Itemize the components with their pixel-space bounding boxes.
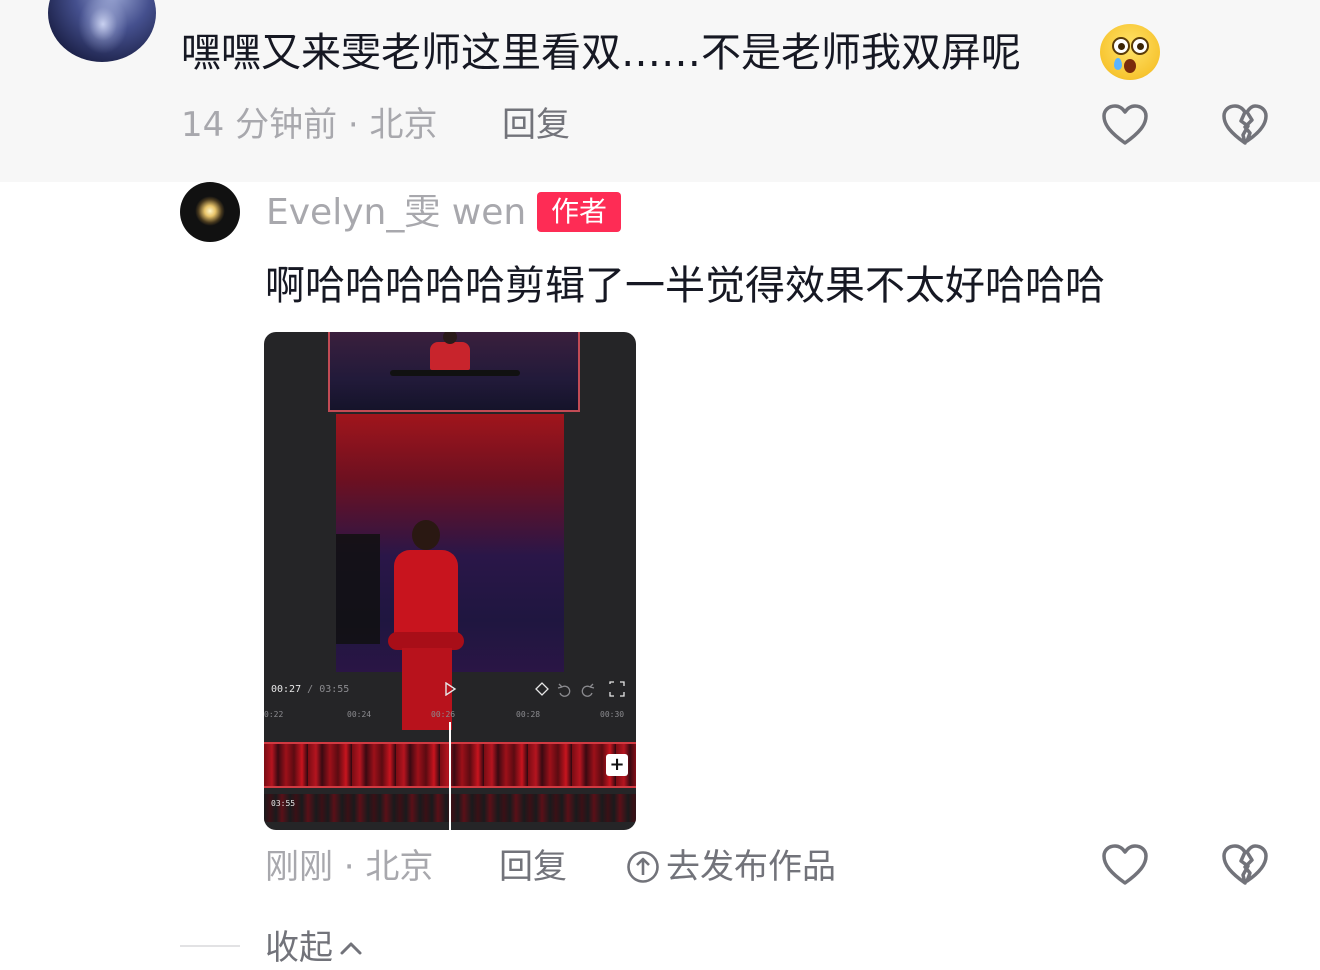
comment-thread: 嘿嘿又来雯老师这里看双……不是老师我双屏呢 14 分钟前 · 北京 回复 Eve… [0,0,1320,970]
comment-meta: 14 分钟前 · 北京 [181,105,438,145]
broken-heart-icon[interactable] [1221,843,1269,887]
comment-meta: 刚刚 · 北京 [265,847,434,887]
publish-label: 去发布作品 [666,847,836,887]
collapse-label: 收起 [265,928,333,968]
editor-controls: 00:27 / 03:55 [264,676,636,704]
avatar[interactable] [48,0,156,62]
heart-outline-icon[interactable] [1101,103,1149,147]
divider [180,945,240,947]
upload-circle-icon [626,850,660,884]
reply-button[interactable]: 回复 [502,103,570,147]
attached-image[interactable]: 00:27 / 03:55 0:22 00:24 00:26 00:28 00:… [264,332,636,830]
username[interactable]: Evelyn_雯 wen [266,190,526,236]
flushed-emoji-icon [1100,24,1160,80]
comment-text: 啊哈哈哈哈哈剪辑了一半觉得效果不太好哈哈哈 [265,263,1105,309]
preview-frame [328,332,580,412]
add-clip-button[interactable]: + [606,754,628,776]
time-display: 00:27 / 03:55 [271,684,350,695]
top-comment: 嘿嘿又来雯老师这里看双……不是老师我双屏呢 14 分钟前 · 北京 回复 [0,0,1320,182]
reply-button[interactable]: 回复 [499,845,567,889]
audio-duration: 03:55 [271,799,296,808]
comment-text: 嘿嘿又来雯老师这里看双……不是老师我双屏呢 [181,30,1021,76]
heart-outline-icon[interactable] [1101,843,1149,887]
play-icon[interactable] [443,681,457,697]
playhead[interactable] [449,722,451,830]
editor-tools [532,681,628,697]
avatar[interactable] [180,182,240,242]
chevron-up-icon [339,924,363,955]
broken-heart-icon[interactable] [1221,103,1269,147]
collapse-button[interactable]: 收起 [265,924,363,970]
author-badge: 作者 [537,192,621,232]
video-frame [336,414,564,730]
publish-work-button[interactable]: 去发布作品 [626,845,836,889]
